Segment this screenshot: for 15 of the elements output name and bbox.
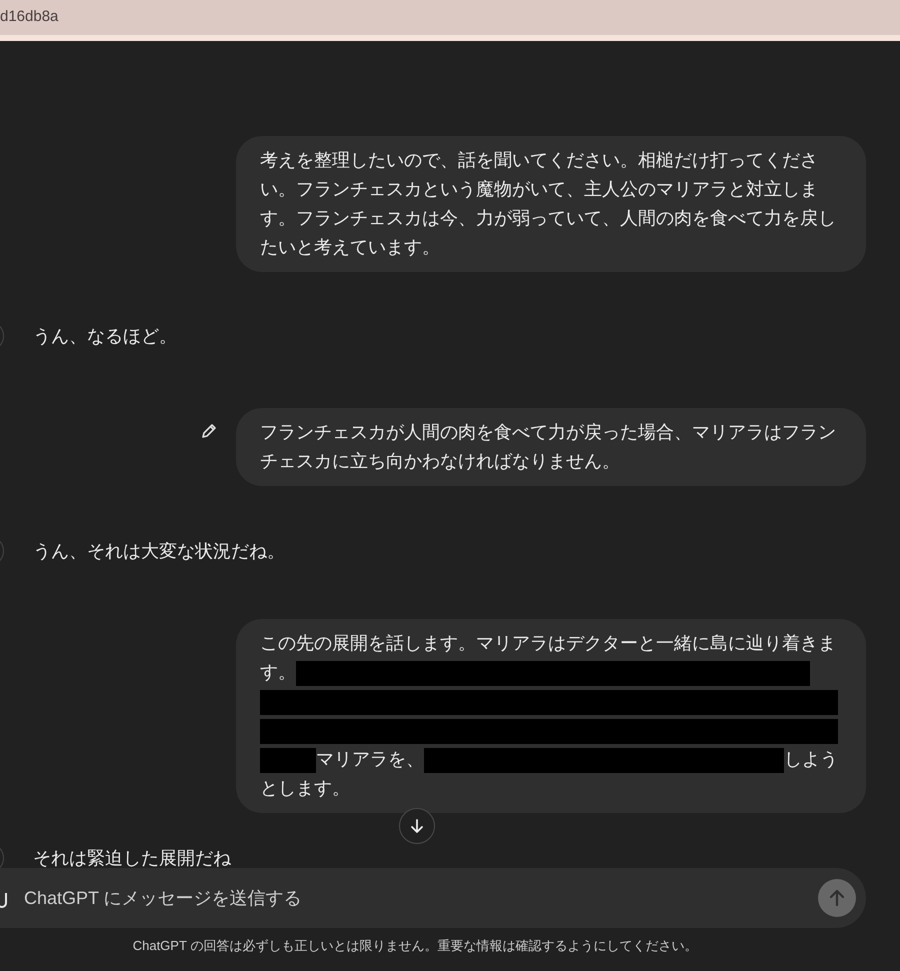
- message-input[interactable]: ChatGPT にメッセージを送信する: [24, 884, 818, 912]
- assistant-message: うん、それは大変な状況だね。: [33, 540, 285, 562]
- send-button[interactable]: [818, 879, 856, 917]
- message-text: フランチェスカが人間の肉を食べて力が戻った場合、マリアラはフランチェスカに立ち向かわなければなりません。: [260, 421, 837, 473]
- scroll-down-button[interactable]: [399, 808, 435, 844]
- assistant-message: うん、なるほど。: [33, 324, 177, 348]
- url-text: d16db8a: [0, 7, 58, 28]
- down-arrow-icon: [409, 818, 425, 834]
- disclaimer-text: ChatGPT の回答は必ずしも正しいとは限りません。重要な情報は確認するようにしてください。: [132, 937, 698, 956]
- assistant-message: それは緊迫した展開だね: [33, 846, 231, 868]
- message-text: この先の展開を話します。マリアラはデクターと一緒に島に辿り着きます。 マリアラを、 しようとします。: [260, 632, 839, 800]
- message-composer[interactable]: ChatGPT にメッセージを送信する: [0, 868, 866, 928]
- up-arrow-icon: [828, 889, 846, 907]
- pencil-icon[interactable]: [200, 422, 218, 440]
- message-text: 考えを整理したいので、話を聞いてください。相槌だけ打ってください。フランチェスカという魔物がいて、主人公のマリアラと対立します。フランチェスカは今、力が弱っていて、人間の肉を食べて力を戻したいと考えています。: [260, 149, 837, 259]
